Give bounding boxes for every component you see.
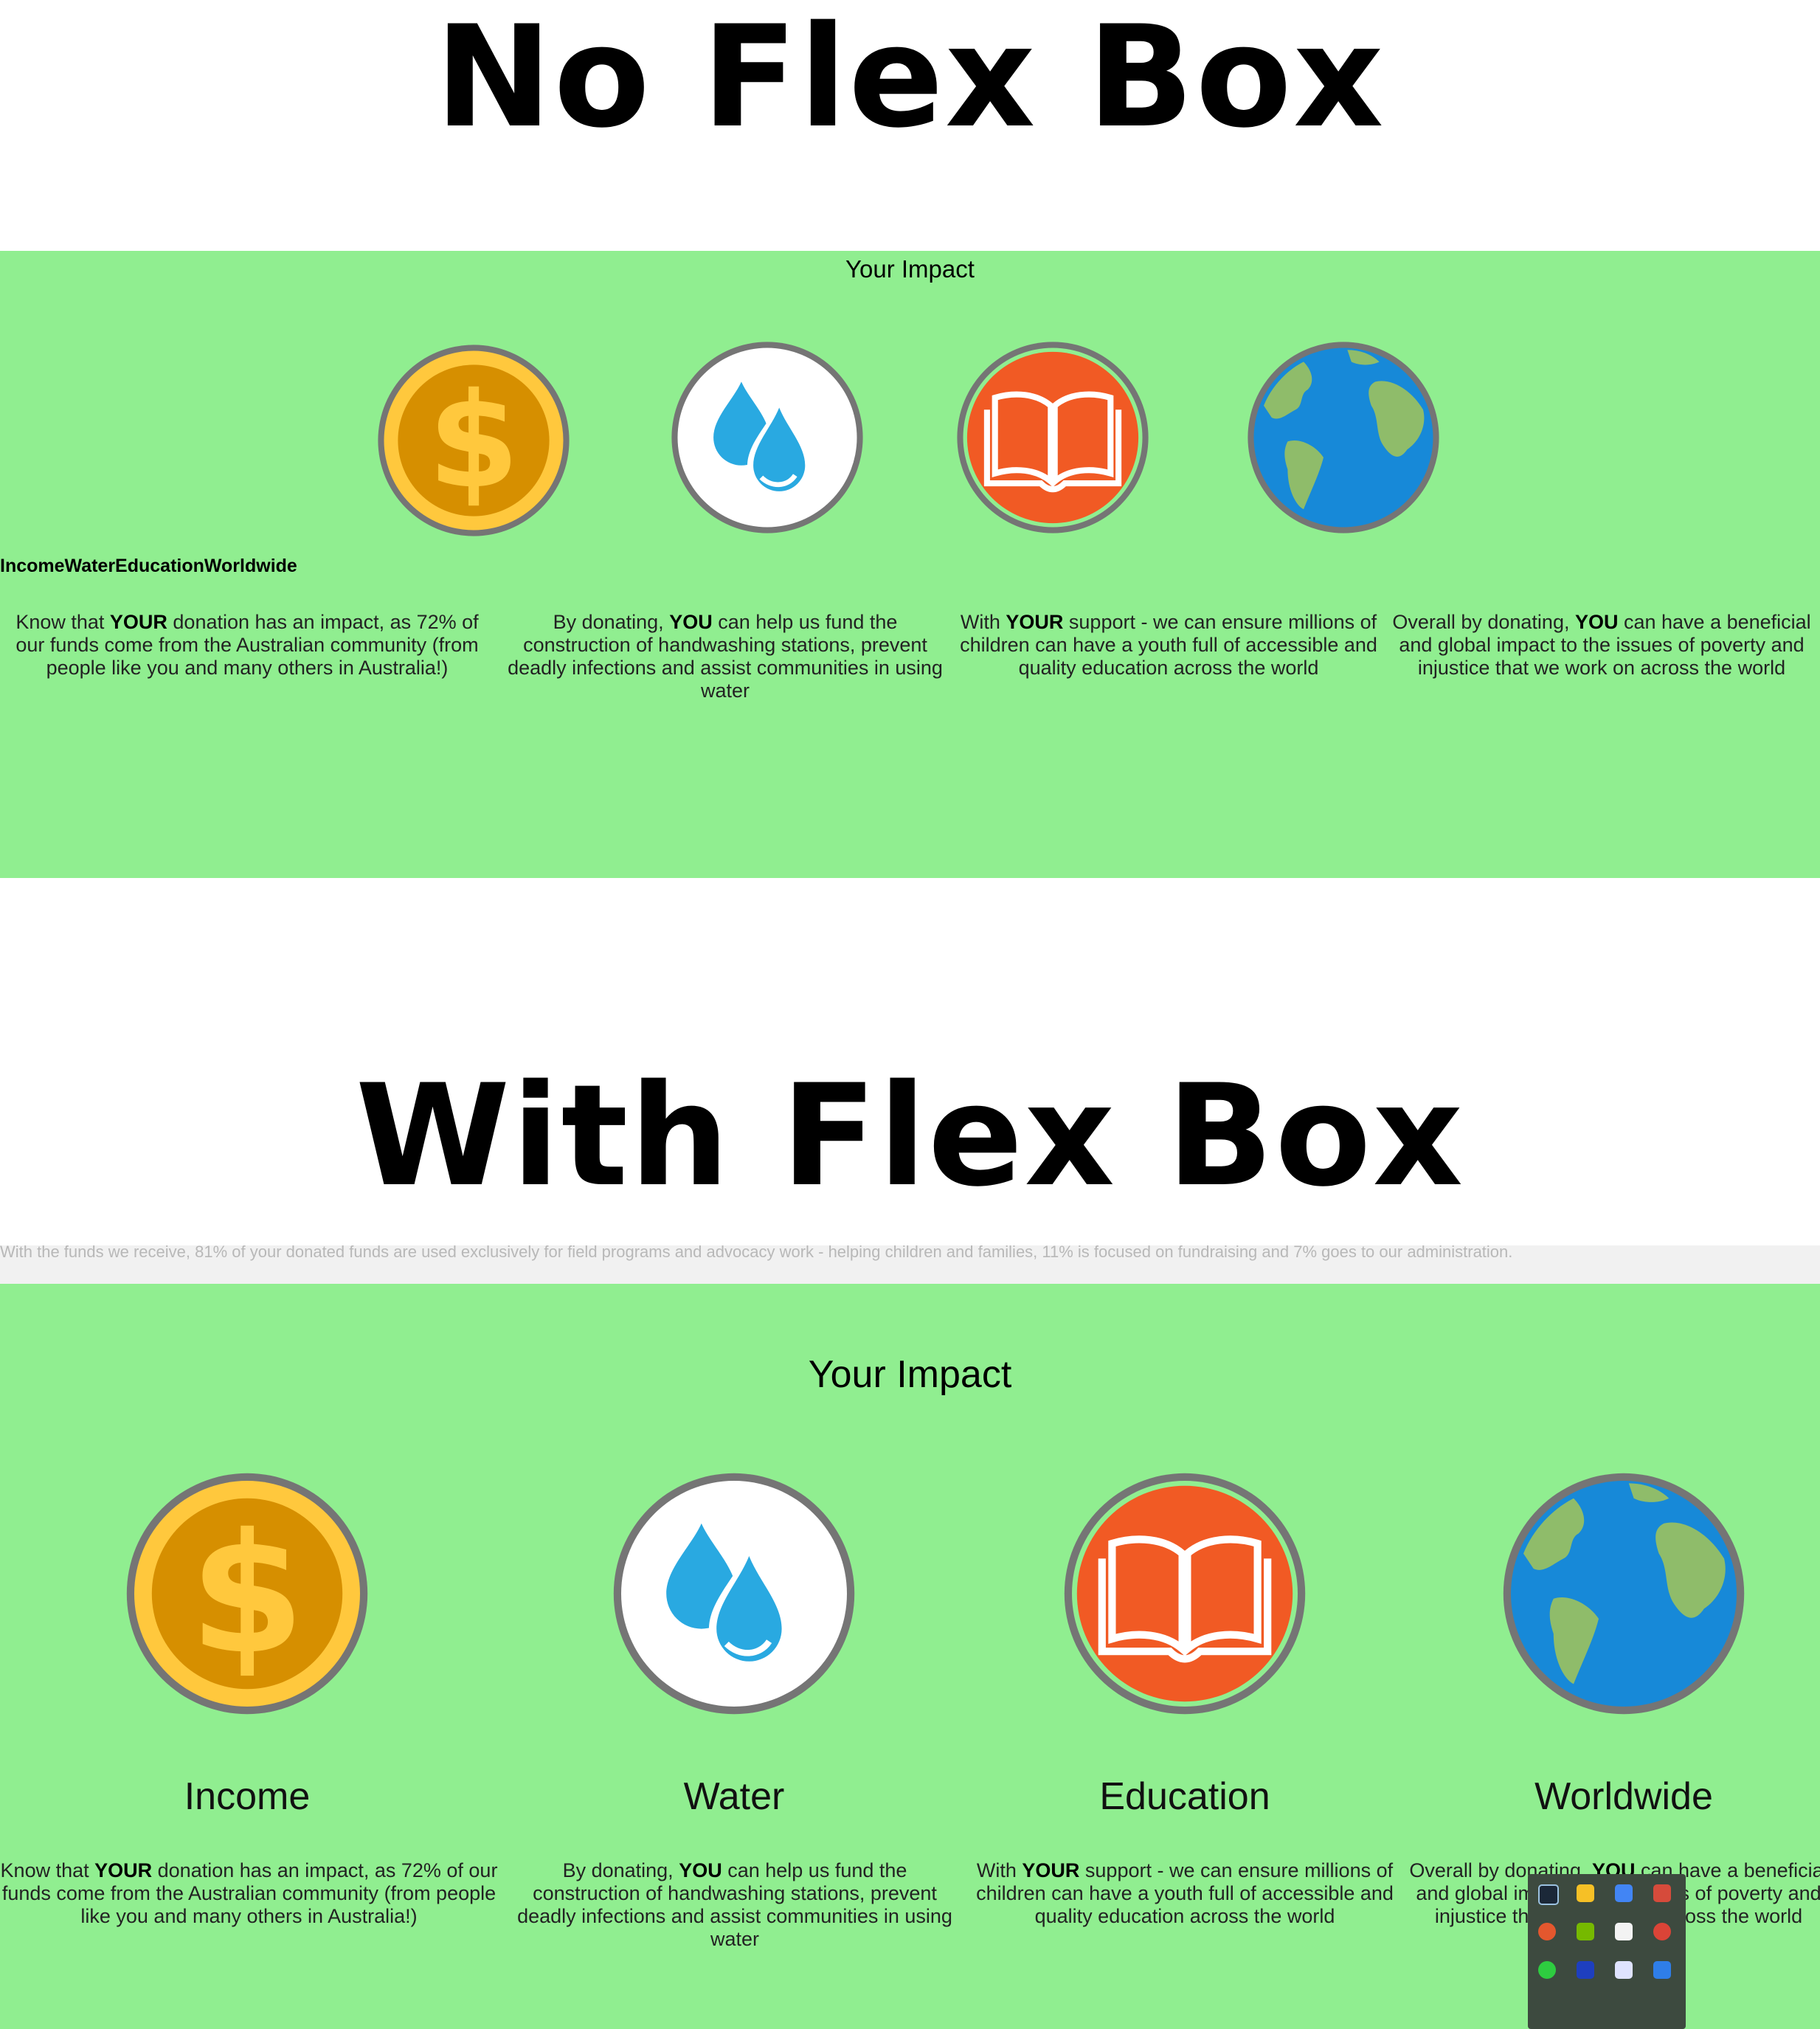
card-description: Overall by donating, YOU can have a bene… xyxy=(1387,611,1816,680)
joined-labels: IncomeWaterEducationWorldwide xyxy=(0,556,297,576)
desc-emphasis: YOUR xyxy=(109,611,167,633)
open-book-icon xyxy=(953,338,1152,537)
impact-panel-no-flex: Your Impact $ IncomeWaterEducationWorldw… xyxy=(0,251,1820,878)
faded-text-strip: With the funds we receive, 81% of your d… xyxy=(0,1245,1820,1284)
desc-text: Know that xyxy=(0,1859,95,1881)
chrome-icon[interactable] xyxy=(1577,1884,1594,1902)
desc-text: With xyxy=(960,611,1006,633)
app-icon[interactable] xyxy=(1577,1961,1594,1979)
desc-emphasis: YOUR xyxy=(1006,611,1064,633)
app-icon[interactable] xyxy=(1653,1961,1671,1979)
app-icon[interactable] xyxy=(1653,1884,1671,1902)
open-book-icon xyxy=(1059,1468,1310,1719)
app-icon[interactable] xyxy=(1538,1961,1556,1979)
dollar-coin-icon: $ xyxy=(122,1468,373,1719)
app-icon[interactable] xyxy=(1538,1923,1556,1940)
globe-icon xyxy=(1244,338,1443,537)
water-drops-icon xyxy=(609,1468,859,1719)
nvidia-icon[interactable] xyxy=(1577,1923,1594,1940)
desc-emphasis: YOUR xyxy=(1022,1859,1080,1881)
card-label-education: Education xyxy=(1099,1775,1270,1818)
desc-text: Know that xyxy=(15,611,110,633)
desc-emphasis: YOU xyxy=(679,1859,722,1881)
desc-emphasis: YOUR xyxy=(94,1859,153,1881)
card-label-income: Income xyxy=(184,1775,311,1818)
heading-with-flex-box: With Flex Box xyxy=(355,1054,1465,1217)
svg-text:$: $ xyxy=(190,1498,305,1690)
chrome-icon[interactable] xyxy=(1615,1884,1633,1902)
desc-text: By donating, xyxy=(562,1859,679,1881)
card-description: By donating, YOU can help us fund the co… xyxy=(500,611,950,702)
impact-title: Your Impact xyxy=(845,255,975,283)
chrome-icon[interactable] xyxy=(1653,1923,1671,1940)
impact-title: Your Impact xyxy=(808,1353,1012,1396)
desc-emphasis: YOU xyxy=(669,611,713,633)
desc-text: Overall by donating, xyxy=(1392,611,1575,633)
card-description: With YOUR support - we can ensure millio… xyxy=(972,1859,1397,1928)
desc-text: By donating, xyxy=(553,611,670,633)
heading-no-flex-box: No Flex Box xyxy=(435,0,1385,159)
system-tray-overflow xyxy=(1528,1874,1686,2029)
discord-icon[interactable] xyxy=(1615,1961,1633,1979)
card-description: Know that YOUR donation has an impact, a… xyxy=(0,1859,498,1928)
globe-icon xyxy=(1498,1468,1749,1719)
steam-icon[interactable] xyxy=(1538,1884,1559,1905)
card-description: With YOUR support - we can ensure millio… xyxy=(958,611,1380,680)
card-label-worldwide: Worldwide xyxy=(1534,1775,1713,1818)
card-label-water: Water xyxy=(683,1775,785,1818)
water-drops-icon xyxy=(668,338,867,537)
desc-text: With xyxy=(976,1859,1023,1881)
svg-text:$: $ xyxy=(428,365,519,518)
faded-text: With the funds we receive, 81% of your d… xyxy=(0,1245,1513,1261)
card-description: Know that YOUR donation has an impact, a… xyxy=(0,611,494,680)
shield-icon[interactable] xyxy=(1615,1923,1633,1940)
desc-emphasis: YOU xyxy=(1574,611,1619,633)
dollar-coin-icon: $ xyxy=(374,341,573,540)
card-description: By donating, YOU can help us fund the co… xyxy=(509,1859,961,1951)
